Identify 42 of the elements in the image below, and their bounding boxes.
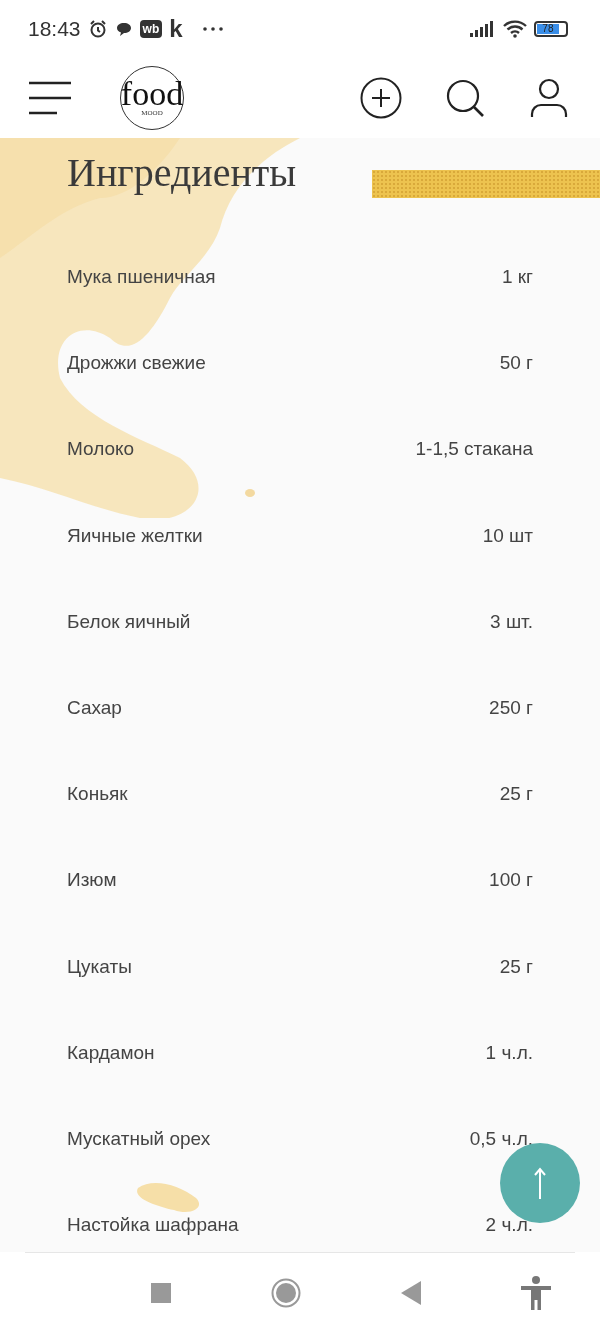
search-icon[interactable] bbox=[446, 79, 486, 117]
app-letter: k bbox=[169, 17, 183, 41]
app-badge: wb bbox=[139, 20, 163, 38]
signal-icon bbox=[470, 21, 496, 37]
ingredient-amount: 100 г bbox=[489, 869, 533, 892]
ingredient-name: Дрожжи свежие bbox=[67, 352, 206, 375]
back-icon[interactable] bbox=[401, 1281, 421, 1305]
more-dots-icon bbox=[201, 26, 224, 32]
battery-level: 78 bbox=[537, 24, 559, 34]
ingredient-name: Кардамон bbox=[67, 1041, 155, 1064]
ingredient-name: Яичные желтки bbox=[67, 524, 203, 547]
ingredient-amount: 250 г bbox=[489, 697, 533, 720]
ingredient-amount: 25 г bbox=[499, 783, 533, 806]
ingredient-amount: 3 шт. bbox=[490, 610, 533, 633]
user-icon[interactable] bbox=[530, 78, 568, 118]
add-icon[interactable] bbox=[360, 77, 402, 119]
ingredient-amount: 50 г bbox=[499, 352, 533, 375]
ingredient-amount: 2 ч.л. bbox=[485, 1214, 533, 1237]
ingredient-name: Изюм bbox=[67, 869, 117, 892]
section-title: Ингредиенты bbox=[67, 150, 297, 196]
ingredient-name: Сахар bbox=[67, 697, 122, 720]
ingredient-amount: 10 шт bbox=[482, 524, 533, 547]
ingredient-amount: 25 г bbox=[499, 955, 533, 978]
ingredient-amount: 1 ч.л. bbox=[485, 1041, 533, 1064]
ingredient-amount: 0,5 ч.л. bbox=[469, 1127, 533, 1150]
menu-icon[interactable] bbox=[28, 81, 72, 115]
arrow-up-icon bbox=[533, 1166, 547, 1200]
home-icon[interactable] bbox=[271, 1278, 301, 1308]
ingredient-name: Коньяк bbox=[67, 783, 128, 806]
chat-bubble-icon bbox=[114, 21, 133, 37]
clock-time: 18:43 bbox=[28, 17, 81, 41]
ingredient-name: Мускатный орех bbox=[67, 1127, 211, 1150]
ingredient-name: Молоко bbox=[67, 438, 135, 461]
ingredient-amount: 1 кг bbox=[501, 266, 533, 289]
wifi-icon bbox=[503, 20, 527, 38]
logo-word: food bbox=[120, 79, 184, 109]
ingredient-amount: 1-1,5 стакана bbox=[415, 438, 533, 461]
ingredient-name: Цукаты bbox=[67, 955, 132, 978]
ingredient-name: Мука пшеничная bbox=[67, 266, 216, 289]
ingredient-name: Белок яичный bbox=[67, 610, 191, 633]
accessibility-icon[interactable] bbox=[521, 1276, 551, 1310]
ingredient-name: Настойка шафрана bbox=[67, 1214, 239, 1237]
